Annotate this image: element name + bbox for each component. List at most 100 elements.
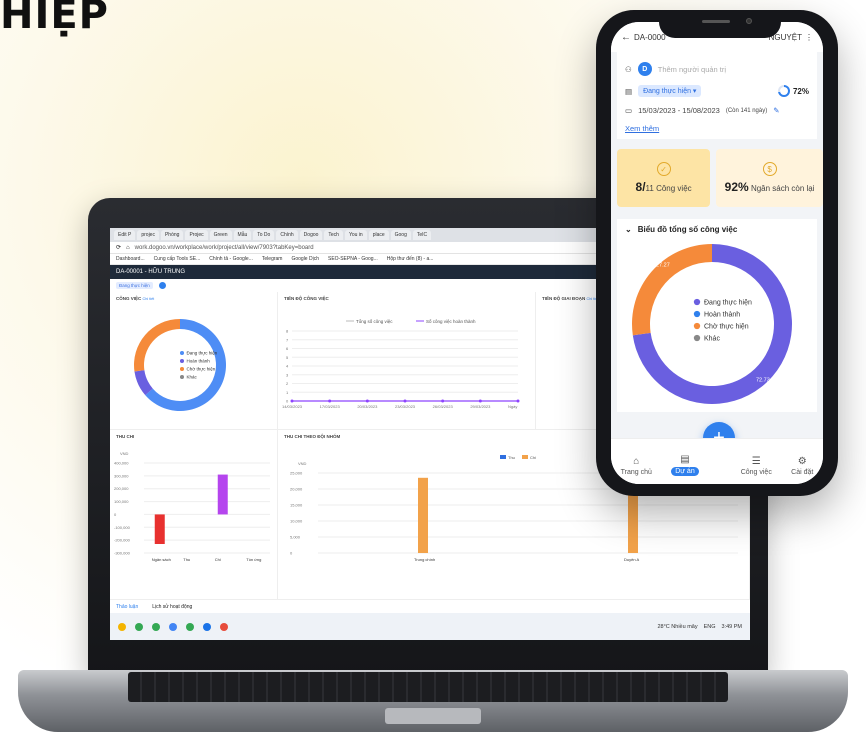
y-tick: 0	[286, 399, 289, 404]
legend-label: Chi	[530, 455, 536, 460]
status-pill[interactable]: Đang thực hiện	[116, 282, 153, 289]
bookmark-item[interactable]: Cung cấp Tools SE...	[154, 256, 201, 262]
reload-icon[interactable]: ⟳	[116, 244, 121, 251]
browser-tab[interactable]: TeIC	[412, 230, 432, 240]
add-manager-link[interactable]: Thêm người quản trị	[658, 65, 726, 74]
x-tick: 26/03/2023	[433, 404, 454, 409]
legend-dot	[179, 374, 185, 380]
y-tick: 0	[290, 551, 293, 556]
bookmark-item[interactable]: Google Dịch	[291, 256, 319, 262]
bar[interactable]	[418, 477, 428, 553]
days-left: (Còn 141 ngày)	[725, 107, 768, 114]
stat-budget[interactable]: $ 92% Ngân sách còn lại	[716, 149, 823, 207]
line-point	[328, 399, 332, 403]
chrome-icon[interactable]	[135, 622, 143, 631]
section-title: Biểu đồ tổng số công việc	[637, 225, 738, 234]
progress-indicator: 72%	[777, 85, 809, 97]
bar[interactable]	[154, 514, 165, 544]
file-explorer-icon[interactable]	[118, 622, 126, 631]
detail-link[interactable]: Chi tiết	[143, 297, 155, 301]
nav-settings[interactable]: ⚙ Cài đặt	[791, 456, 813, 476]
headline: HIỆP	[0, 0, 109, 38]
calendar-icon: ▭	[625, 106, 633, 115]
browser-tab[interactable]: Tech	[324, 230, 343, 240]
weather-text[interactable]: 28°C Nhiều mây	[657, 624, 697, 630]
donut-slice[interactable]	[134, 319, 180, 372]
browser-tab[interactable]: To Do	[253, 230, 275, 240]
panel-tien-do: TIẾN ĐỘ CÔNG VIỆC Tổng số công việc Số cô…	[278, 292, 536, 430]
legend-dot	[693, 322, 701, 330]
app-icon[interactable]	[220, 622, 228, 631]
bookmark-item[interactable]: SEO-SEPNA - Goog...	[328, 256, 378, 262]
panel-title: THU CHI	[116, 434, 135, 439]
bookmark-item[interactable]: Hộp thư đến (8) - a...	[387, 256, 434, 262]
gear-icon: ⚙	[797, 456, 807, 467]
y-tick: 6	[286, 346, 289, 351]
x-tick: Trung chính	[414, 557, 435, 562]
line-chart-progress: Tổng số công việc Số công việc hoàn thành…	[282, 318, 520, 409]
home-icon[interactable]: ⌂	[126, 245, 130, 251]
avatar[interactable]: D	[637, 62, 652, 76]
clock-time[interactable]: 3:49 PM	[722, 624, 742, 630]
bookmark-item[interactable]: Telegram	[262, 256, 283, 262]
chart-section-header[interactable]: ⌄ Biểu đồ tổng số công việc	[617, 219, 817, 240]
browser-tab[interactable]: place	[368, 230, 389, 240]
action-button[interactable]	[158, 282, 166, 289]
legend-label: Khác	[187, 375, 198, 380]
y-unit: VND	[298, 461, 307, 466]
progress-ring-icon	[777, 85, 790, 97]
legend-label: Đang thực hiện	[704, 299, 752, 306]
nav-home[interactable]: ⌂ Trang chủ	[621, 456, 652, 476]
browser-tab[interactable]: Projec	[185, 230, 208, 240]
system-tray: 28°C Nhiều mây ENG 3:49 PM	[657, 624, 742, 630]
browser-tab[interactable]: Edit P	[114, 230, 136, 240]
chrome-icon[interactable]	[152, 622, 160, 631]
footer-links: Thảo luận Lịch sử hoạt động	[110, 601, 750, 613]
project-title: DA-00001 - HỮU TRUNG	[116, 269, 186, 275]
bar[interactable]	[217, 474, 228, 515]
browser-tab[interactable]: Phòng	[160, 230, 184, 240]
edit-icon[interactable]: ✎	[773, 106, 779, 115]
back-arrow-icon[interactable]: ←	[621, 32, 631, 43]
stat-tasks[interactable]: ✓ 8/11 Công việc	[617, 149, 711, 207]
status-dropdown[interactable]: Đang thực hiện ▾	[638, 85, 702, 97]
browser-tab[interactable]: Goog	[390, 230, 411, 240]
history-link[interactable]: Lịch sử hoạt động	[152, 604, 192, 610]
nav-projects[interactable]: ▤ Dự án	[671, 454, 699, 476]
y-tick: 10,000	[290, 519, 303, 524]
line-point	[290, 399, 294, 403]
more-icon[interactable]: ⋮	[805, 33, 813, 42]
discussion-link[interactable]: Thảo luận	[116, 604, 138, 610]
y-tick: 2	[286, 381, 289, 386]
browser-tab[interactable]: Chính	[276, 230, 298, 240]
y-tick: 1	[286, 390, 289, 395]
check-icon: ✓	[656, 162, 671, 176]
app-icon[interactable]	[203, 622, 211, 631]
url-text[interactable]: work.dogoo.vn/workplace/work/project/all…	[135, 245, 314, 251]
legend-swatch	[500, 455, 506, 459]
y-tick: 0	[114, 512, 117, 517]
browser-tab[interactable]: Green	[209, 230, 232, 240]
legend-dot	[179, 358, 185, 364]
phone-project-code: DA-0000	[634, 32, 666, 42]
chrome-icon[interactable]	[186, 622, 194, 631]
bookmark-item[interactable]: Dashboard...	[116, 256, 145, 262]
browser-tab[interactable]: You in	[344, 230, 367, 240]
donut-slice[interactable]	[632, 244, 712, 336]
chrome-icon[interactable]	[169, 622, 177, 631]
line-point	[365, 399, 369, 403]
browser-tab[interactable]: Mẫu	[233, 230, 252, 240]
y-tick: 15,000	[290, 503, 303, 508]
browser-tab[interactable]: Dogoo	[299, 230, 323, 240]
see-more-link[interactable]: Xem thêm	[625, 124, 809, 133]
laptop-trackpad	[385, 708, 481, 724]
phone-speaker	[702, 20, 730, 23]
browser-tab[interactable]: projec	[137, 230, 159, 240]
nav-tasks[interactable]: ☰ Công việc	[741, 456, 772, 476]
x-tick: Tồn ứng	[246, 557, 261, 562]
bookmark-item[interactable]: Chính tả - Google...	[209, 256, 253, 262]
y-tick: 400,000	[114, 461, 129, 466]
language-text[interactable]: ENG	[704, 624, 716, 630]
progress-value: 72%	[792, 86, 809, 96]
legend-label: Chờ thực hiện	[704, 323, 749, 330]
